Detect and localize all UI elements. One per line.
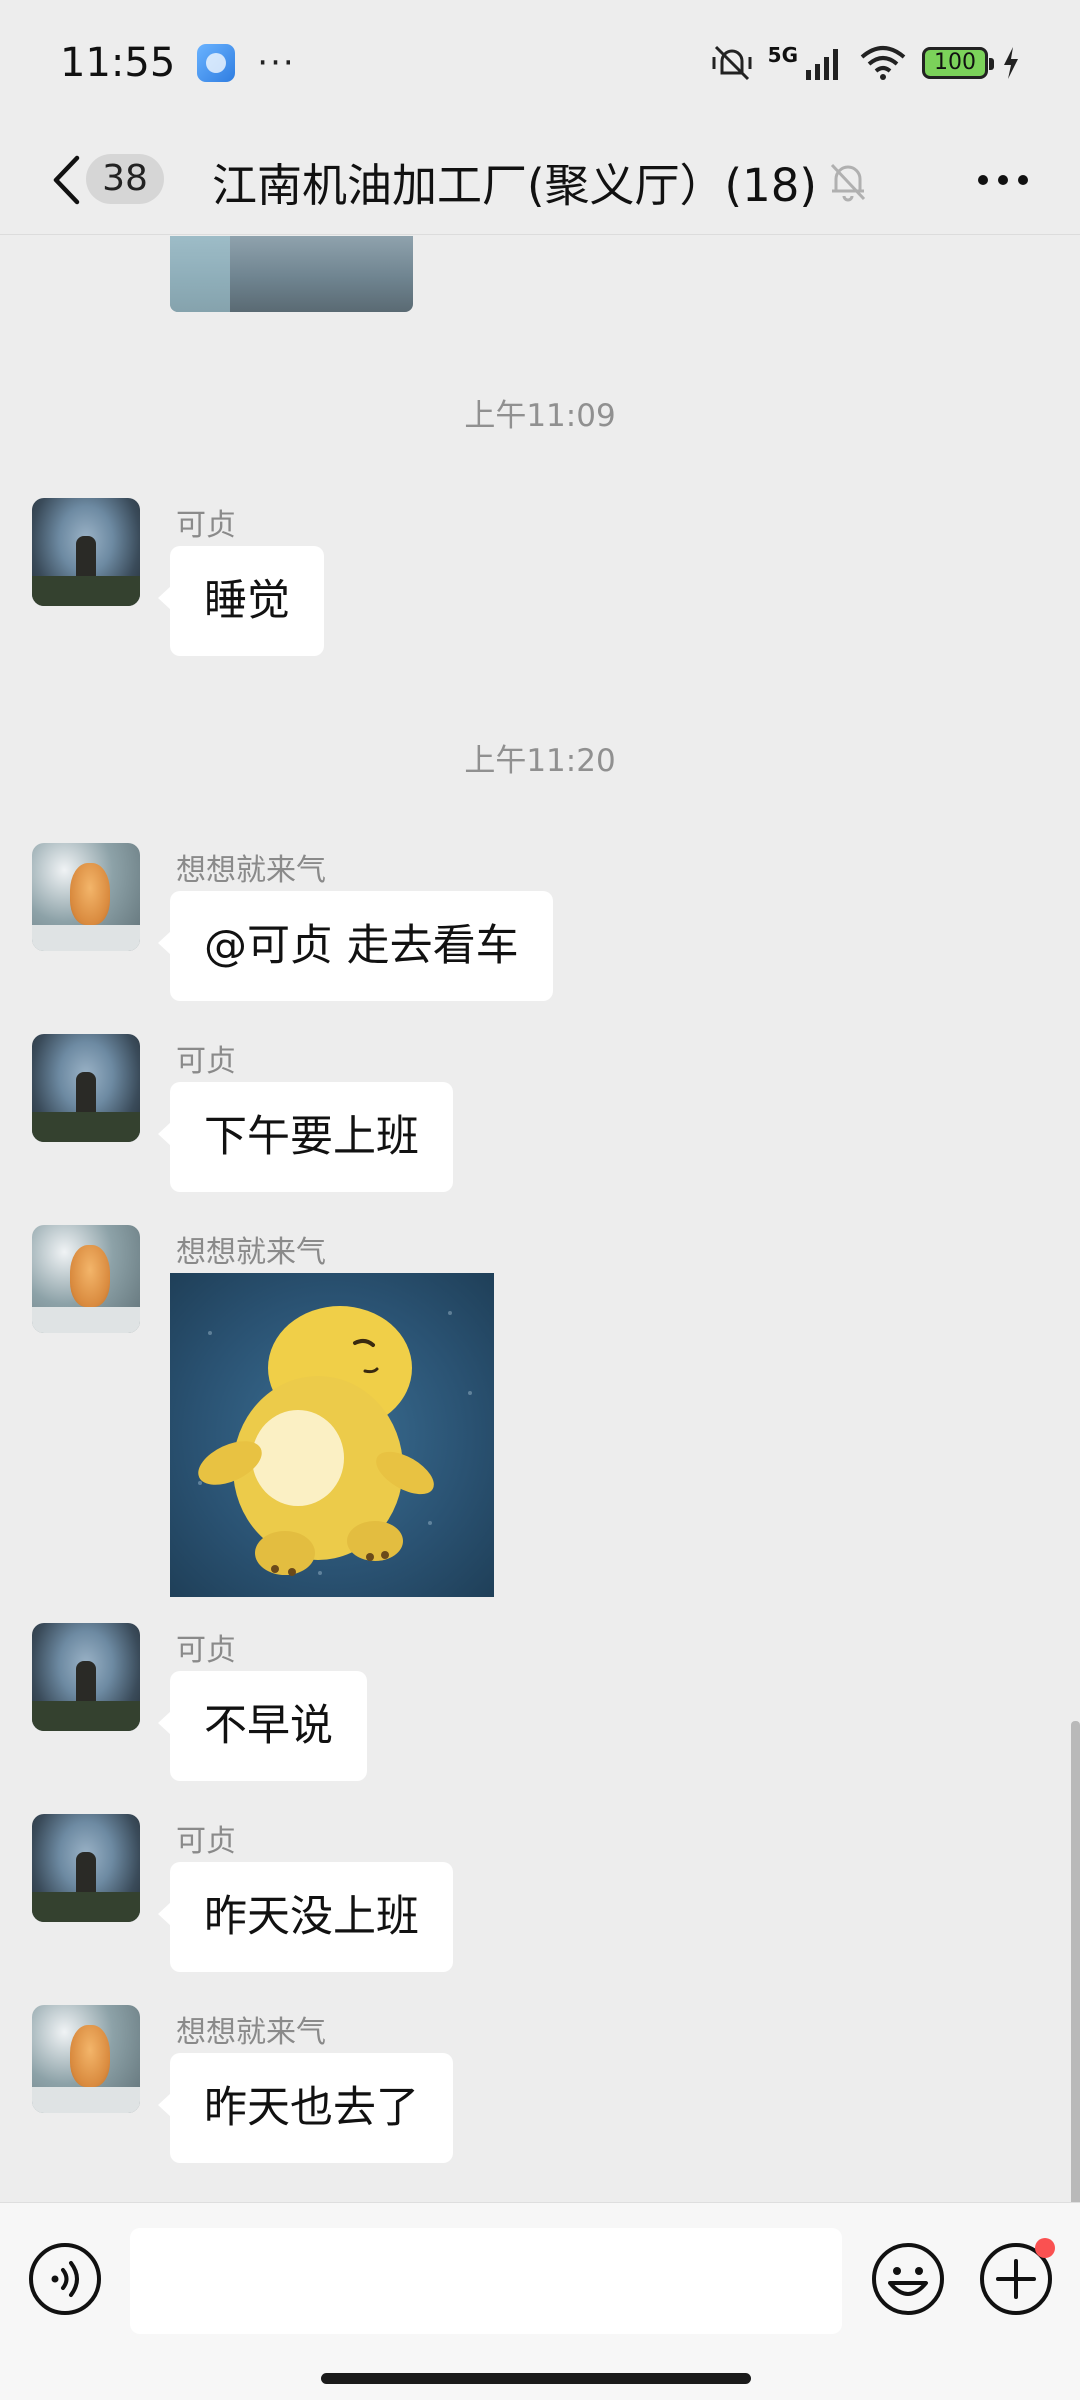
message-bubble[interactable]: 睡觉: [158, 546, 324, 656]
avatar[interactable]: [32, 1814, 140, 1922]
more-notifications-icon: ···: [257, 42, 296, 83]
bell-off-icon: [830, 163, 866, 202]
avatar[interactable]: [32, 1623, 140, 1731]
emoji-icon[interactable]: [870, 2241, 946, 2317]
sticker-message[interactable]: [170, 1273, 494, 1597]
chevron-left-icon: [53, 155, 80, 205]
input-bar: [0, 2202, 1080, 2400]
message-bubble[interactable]: @可贞 走去看车: [158, 891, 553, 1001]
sender-name: 可贞: [176, 1044, 236, 1079]
chat-screen: 11:55 ··· 5G 100 38 江南机油加工厂(聚义厅）(18) 上午1…: [0, 0, 1080, 2400]
status-bar: 11:55 ··· 5G 100: [0, 0, 1080, 125]
message-list[interactable]: 上午11:09 可贞 睡觉 上午11:20 想想就来气 @可贞 走去看车 可贞 …: [0, 236, 1080, 2202]
timestamp: 上午11:20: [464, 743, 616, 779]
scrollbar[interactable]: [1071, 1721, 1080, 2202]
sender-name: 想想就来气: [176, 853, 326, 888]
unread-count-badge[interactable]: 38: [86, 154, 164, 204]
chat-header: 38 江南机油加工厂(聚义厅）(18): [0, 125, 1080, 235]
battery-level: 100: [934, 50, 976, 75]
battery-icon: 100: [922, 46, 994, 79]
sender-name: 可贞: [176, 508, 236, 543]
sender-name: 想想就来气: [176, 2015, 326, 2050]
wifi-icon: [860, 45, 906, 80]
sender-name: 想想就来气: [176, 1235, 326, 1270]
timestamp: 上午11:09: [464, 398, 616, 434]
message-bubble[interactable]: 昨天也去了: [158, 2053, 453, 2163]
avatar[interactable]: [32, 498, 140, 606]
avatar[interactable]: [32, 1034, 140, 1142]
notification-dot: [1035, 2238, 1055, 2258]
avatar[interactable]: [32, 2005, 140, 2113]
network-type-label: 5G: [767, 42, 798, 67]
avatar[interactable]: [32, 843, 140, 951]
message-input[interactable]: [130, 2228, 842, 2334]
chat-title[interactable]: 江南机油加工厂(聚义厅）(18): [212, 149, 817, 214]
more-dots-icon: [978, 175, 1028, 185]
mute-vibrate-icon: [712, 45, 752, 80]
app-notification-icon: [197, 43, 236, 82]
message-bubble[interactable]: 下午要上班: [158, 1082, 453, 1192]
status-left: 11:55 ···: [60, 40, 296, 86]
charging-icon: [1004, 46, 1018, 79]
sticker-image: [198, 1306, 472, 1576]
avatar[interactable]: [32, 1225, 140, 1333]
home-indicator[interactable]: [321, 2373, 751, 2384]
message-bubble[interactable]: 昨天没上班: [158, 1862, 453, 1972]
more-button[interactable]: [968, 155, 1038, 205]
voice-icon[interactable]: [27, 2241, 103, 2317]
signal-icon: [806, 48, 838, 80]
sender-name: 可贞: [176, 1824, 236, 1859]
sender-name: 可贞: [176, 1633, 236, 1668]
status-right: 5G 100: [710, 43, 1020, 83]
image-message-partial[interactable]: [170, 236, 413, 312]
message-bubble[interactable]: 不早说: [158, 1671, 367, 1781]
status-time: 11:55: [60, 39, 176, 86]
